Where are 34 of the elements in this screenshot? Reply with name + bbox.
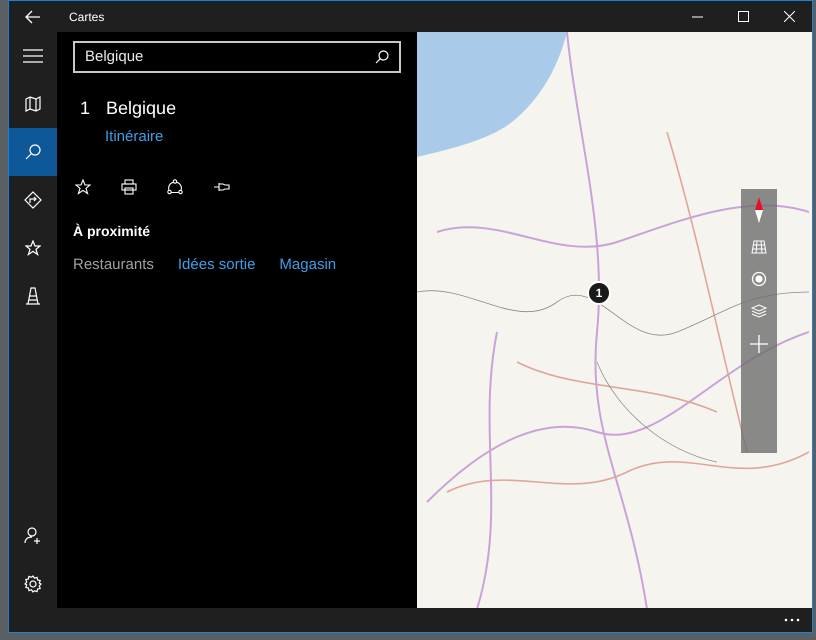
- settings-icon: [24, 575, 42, 593]
- search-field[interactable]: Belgique: [73, 41, 401, 73]
- building-icon: [25, 287, 41, 305]
- compass-icon[interactable]: [755, 197, 763, 223]
- section-heading: À proximité: [73, 222, 152, 241]
- printer-icon[interactable]: [121, 178, 137, 194]
- map-icon: [25, 96, 41, 112]
- search-icon[interactable]: [375, 50, 389, 64]
- zoom-in-icon[interactable]: [750, 335, 768, 353]
- directions-icon: [24, 191, 42, 209]
- result-number: 1: [80, 97, 90, 120]
- star-icon[interactable]: [75, 178, 91, 194]
- close-icon: [784, 11, 794, 22]
- star-icon: [25, 240, 41, 256]
- menu-icon: [23, 49, 43, 63]
- more-icon[interactable]: [784, 618, 800, 622]
- window-title: Cartes: [69, 8, 104, 26]
- layers-icon[interactable]: [751, 304, 767, 318]
- grid-icon[interactable]: [751, 240, 767, 254]
- category-link[interactable]: Magasin: [279, 254, 336, 276]
- category-link[interactable]: Idées sortie: [178, 254, 256, 276]
- map-placeholder[interactable]: 1: [417, 32, 812, 608]
- back-arrow-icon: [25, 10, 41, 24]
- minimize-icon: [692, 16, 702, 18]
- location-icon[interactable]: [751, 271, 767, 287]
- maximize-icon: [738, 11, 748, 22]
- map-pin[interactable]: 1: [587, 281, 611, 305]
- add-person-icon: [24, 527, 42, 545]
- pin-icon[interactable]: [213, 182, 230, 192]
- category-link[interactable]: Restaurants: [73, 254, 154, 276]
- share-icon[interactable]: [167, 178, 183, 194]
- directions-link[interactable]: Itinéraire: [105, 126, 164, 148]
- search-icon: [25, 144, 41, 160]
- result-title: Belgique: [106, 97, 176, 120]
